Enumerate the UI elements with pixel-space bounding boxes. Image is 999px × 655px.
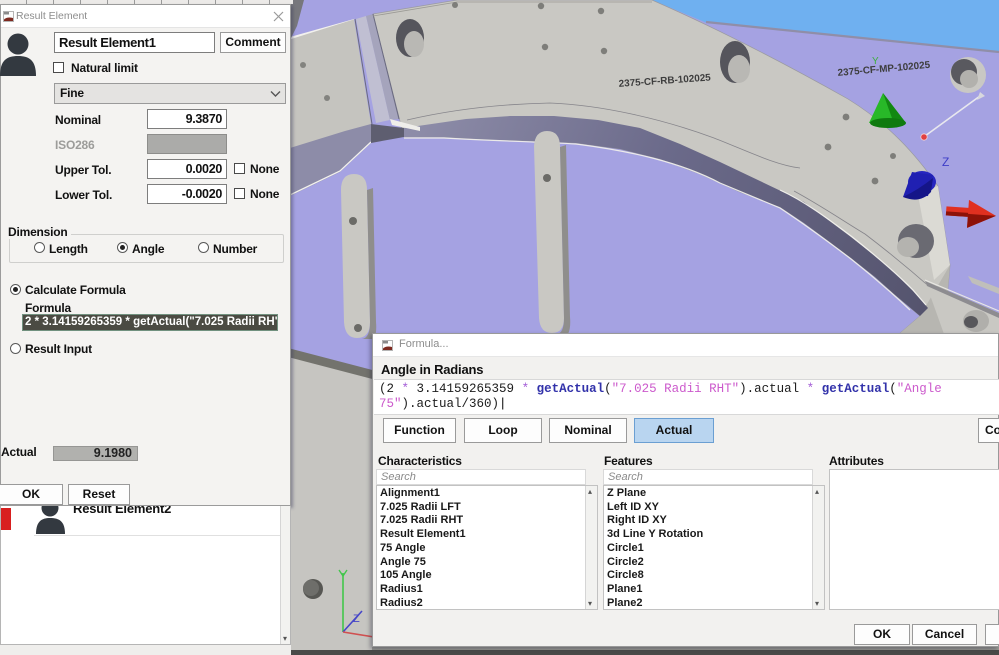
svg-text:Z: Z <box>353 613 360 625</box>
svg-text:Z: Z <box>942 155 949 169</box>
svg-text:Y: Y <box>872 56 879 67</box>
